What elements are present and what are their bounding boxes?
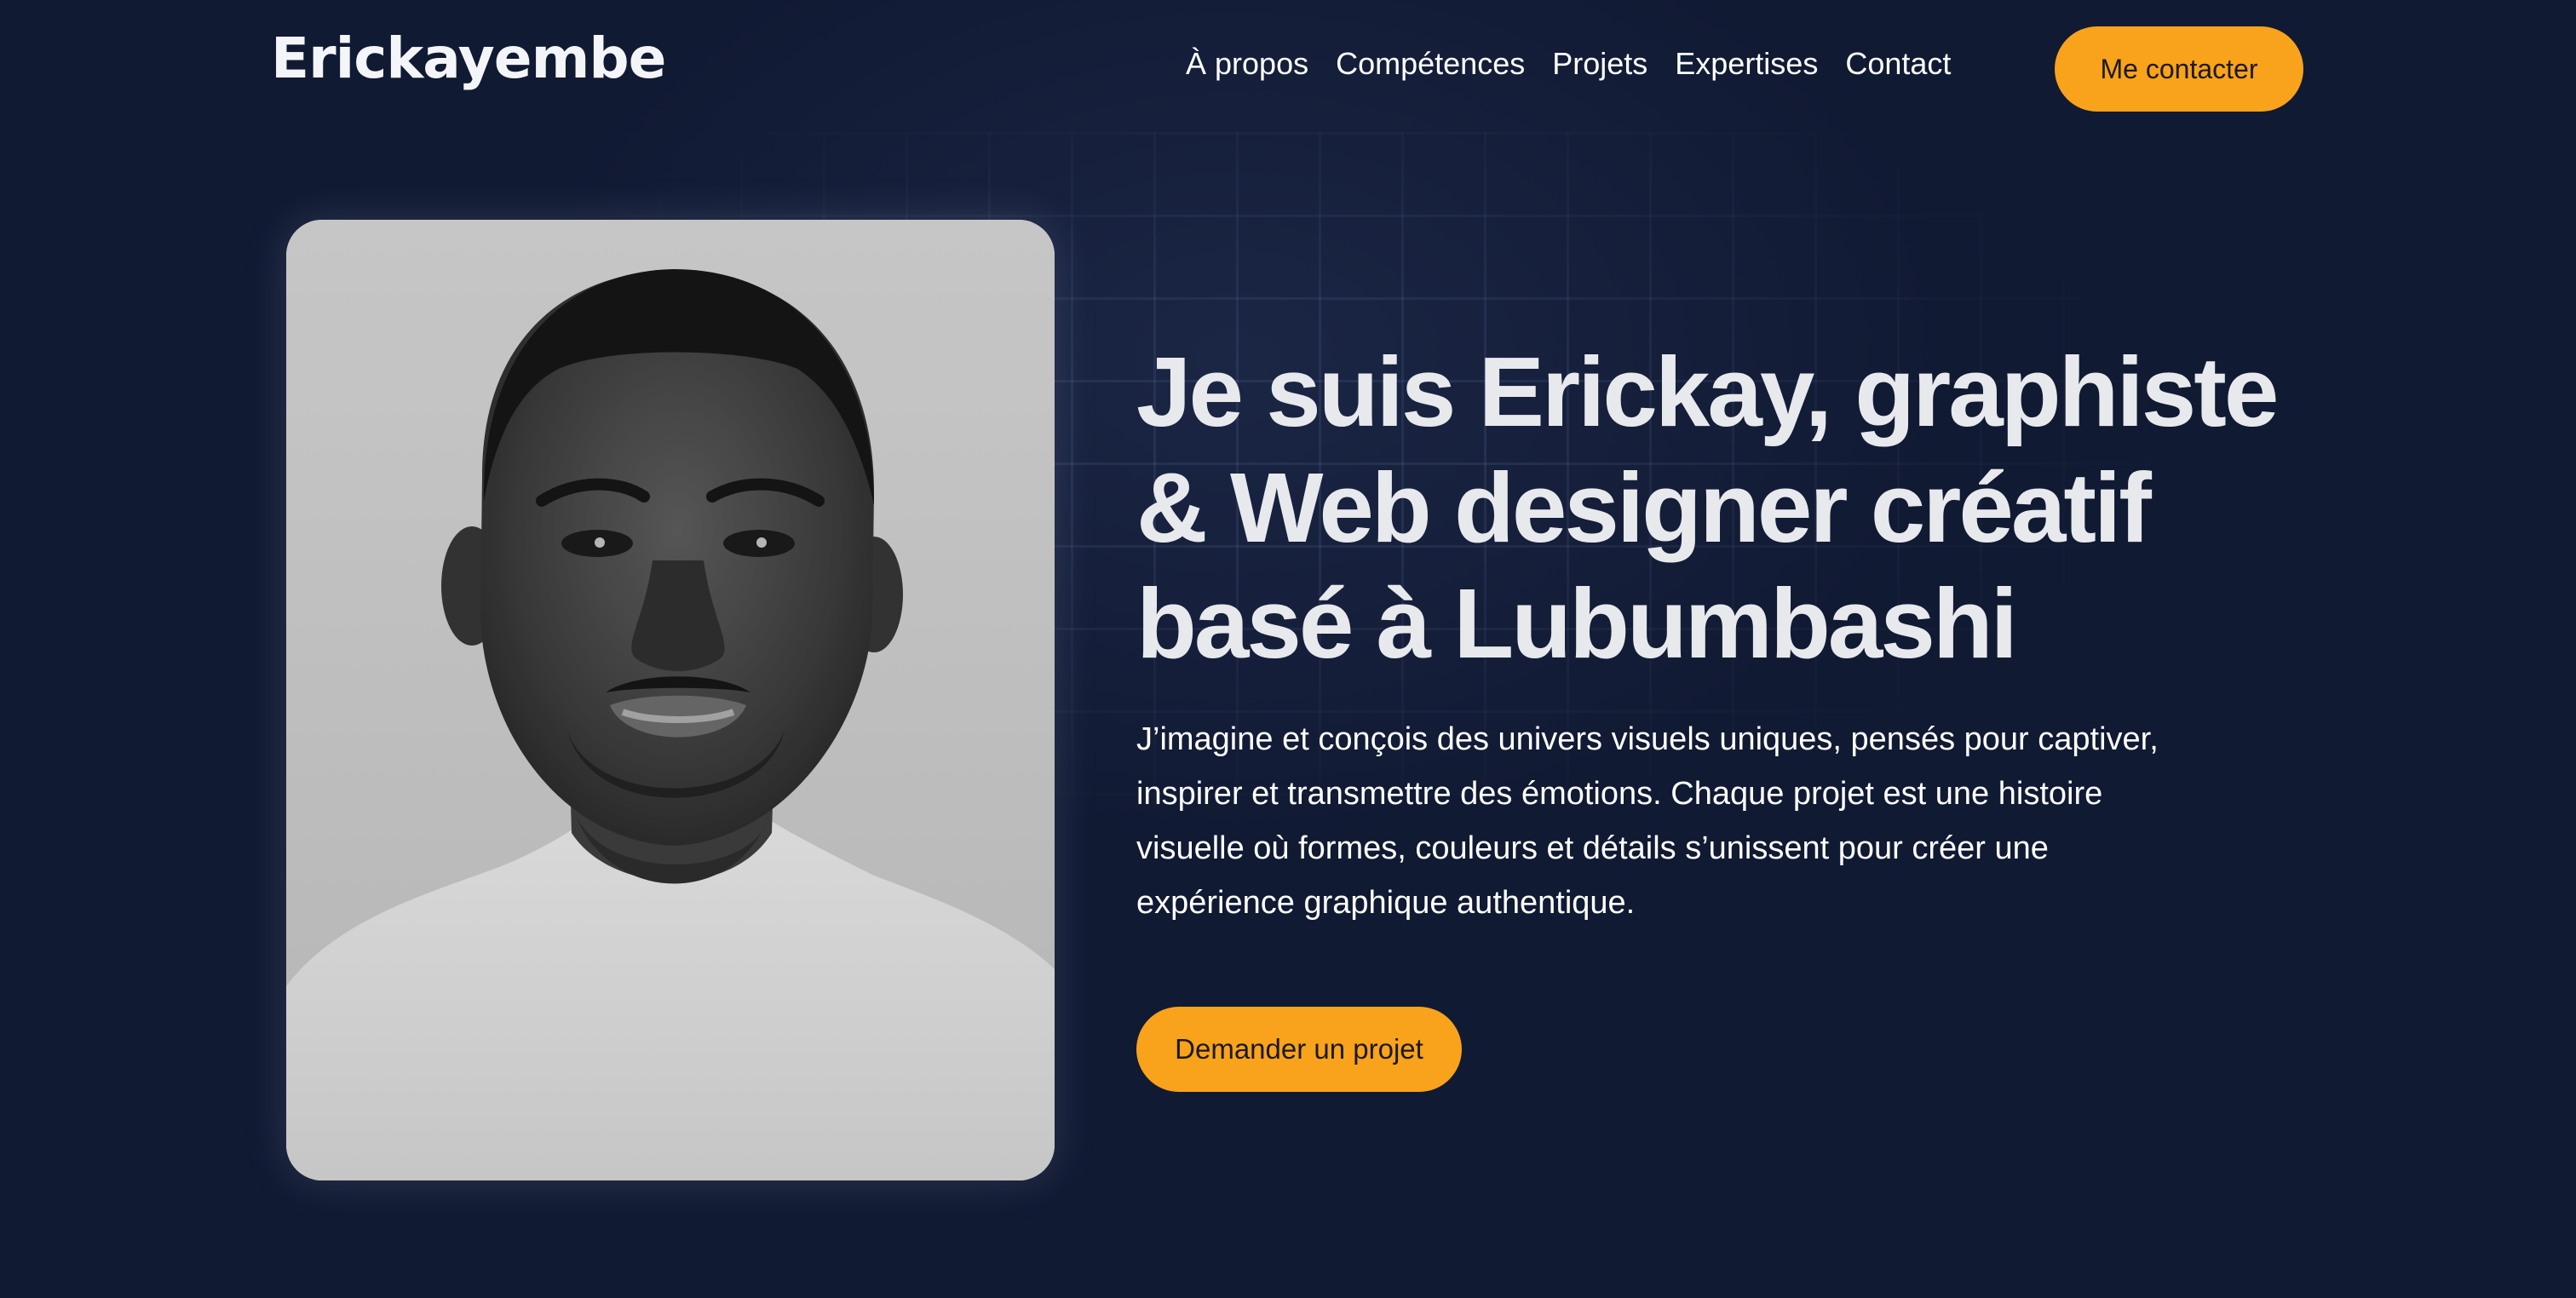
nav-link-competences[interactable]: Compétences [1336,46,1525,82]
hero-heading: Je suis Erickay, graphiste & Web designe… [1136,336,2279,679]
nav-link-a-propos[interactable]: À propos [1186,46,1308,82]
portrait-illustration [286,220,1055,1180]
request-project-button[interactable]: Demander un projet [1136,1007,1462,1092]
contact-button[interactable]: Me contacter [2055,26,2303,112]
landing-page: Erickayembe À propos Compétences Projets… [0,0,2576,1298]
nav-link-expertises[interactable]: Expertises [1675,46,1818,82]
nav-link-projets[interactable]: Projets [1552,46,1647,82]
nav-link-contact[interactable]: Contact [1845,46,1951,82]
site-header: Erickayembe À propos Compétences Projets… [0,0,2576,136]
profile-photo [286,220,1055,1180]
hero-description: J’imagine et conçois des univers visuels… [1136,721,2159,921]
site-logo[interactable]: Erickayembe [271,26,666,91]
main-nav: À propos Compétences Projets Expertises … [1186,46,1951,82]
